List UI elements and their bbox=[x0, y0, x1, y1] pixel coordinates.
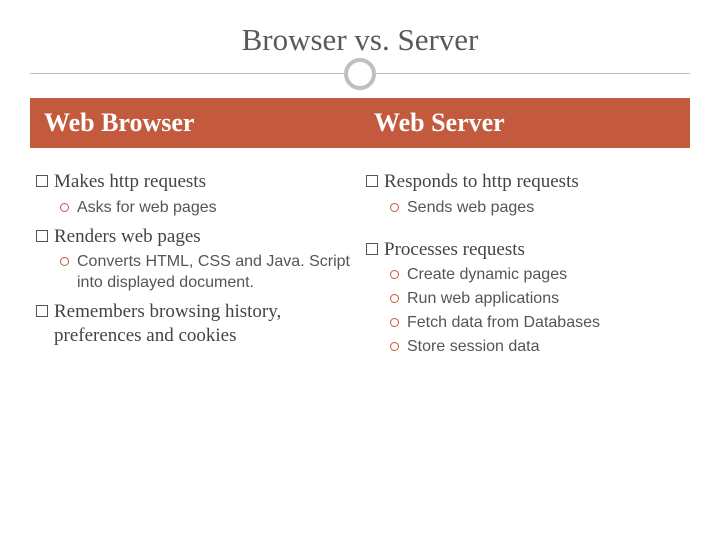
circle-bullet-icon bbox=[390, 342, 399, 351]
checkbox-icon bbox=[36, 305, 48, 317]
list-subitem-text: Store session data bbox=[407, 337, 540, 358]
slide-title: Browser vs. Server bbox=[0, 22, 720, 58]
list-item: Responds to http requests bbox=[366, 170, 680, 194]
content-columns: Makes http requests Asks for web pages R… bbox=[30, 160, 690, 364]
list-subitem: Asks for web pages bbox=[60, 198, 350, 219]
left-column-heading: Web Browser bbox=[30, 98, 360, 148]
circle-bullet-icon bbox=[390, 318, 399, 327]
list-subitem: Create dynamic pages bbox=[390, 265, 680, 286]
circle-bullet-icon bbox=[390, 294, 399, 303]
title-ornament-circle bbox=[344, 58, 376, 90]
slide: Browser vs. Server Web Browser Web Serve… bbox=[0, 0, 720, 540]
list-subitem: Run web applications bbox=[390, 289, 680, 310]
list-subitem: Sends web pages bbox=[390, 198, 680, 219]
title-area: Browser vs. Server bbox=[0, 0, 720, 86]
list-subitem-text: Sends web pages bbox=[407, 198, 534, 219]
list-item-text: Remembers browsing history, preferences … bbox=[54, 300, 350, 348]
list-subitem: Store session data bbox=[390, 337, 680, 358]
column-headers: Web Browser Web Server bbox=[30, 98, 690, 148]
list-item: Processes requests bbox=[366, 238, 680, 262]
list-subitem-text: Converts HTML, CSS and Java. Script into… bbox=[77, 252, 350, 294]
circle-bullet-icon bbox=[390, 203, 399, 212]
list-subitem-text: Run web applications bbox=[407, 289, 559, 310]
list-subitem: Fetch data from Databases bbox=[390, 313, 680, 334]
right-column: Responds to http requests Sends web page… bbox=[360, 160, 690, 364]
list-item-text: Processes requests bbox=[384, 238, 525, 262]
list-item-text: Responds to http requests bbox=[384, 170, 579, 194]
list-subitem-text: Fetch data from Databases bbox=[407, 313, 600, 334]
list-subitem-text: Create dynamic pages bbox=[407, 265, 567, 286]
circle-bullet-icon bbox=[60, 203, 69, 212]
list-item-text: Renders web pages bbox=[54, 225, 201, 249]
spacer bbox=[366, 222, 680, 232]
checkbox-icon bbox=[366, 243, 378, 255]
left-column: Makes http requests Asks for web pages R… bbox=[30, 160, 360, 364]
list-item: Makes http requests bbox=[36, 170, 350, 194]
right-column-heading: Web Server bbox=[360, 98, 690, 148]
list-item: Remembers browsing history, preferences … bbox=[36, 300, 350, 348]
list-subitem-text: Asks for web pages bbox=[77, 198, 217, 219]
list-item-text: Makes http requests bbox=[54, 170, 206, 194]
list-item: Renders web pages bbox=[36, 225, 350, 249]
circle-bullet-icon bbox=[390, 270, 399, 279]
list-subitem: Converts HTML, CSS and Java. Script into… bbox=[60, 252, 350, 294]
checkbox-icon bbox=[36, 230, 48, 242]
checkbox-icon bbox=[36, 175, 48, 187]
checkbox-icon bbox=[366, 175, 378, 187]
circle-bullet-icon bbox=[60, 257, 69, 266]
